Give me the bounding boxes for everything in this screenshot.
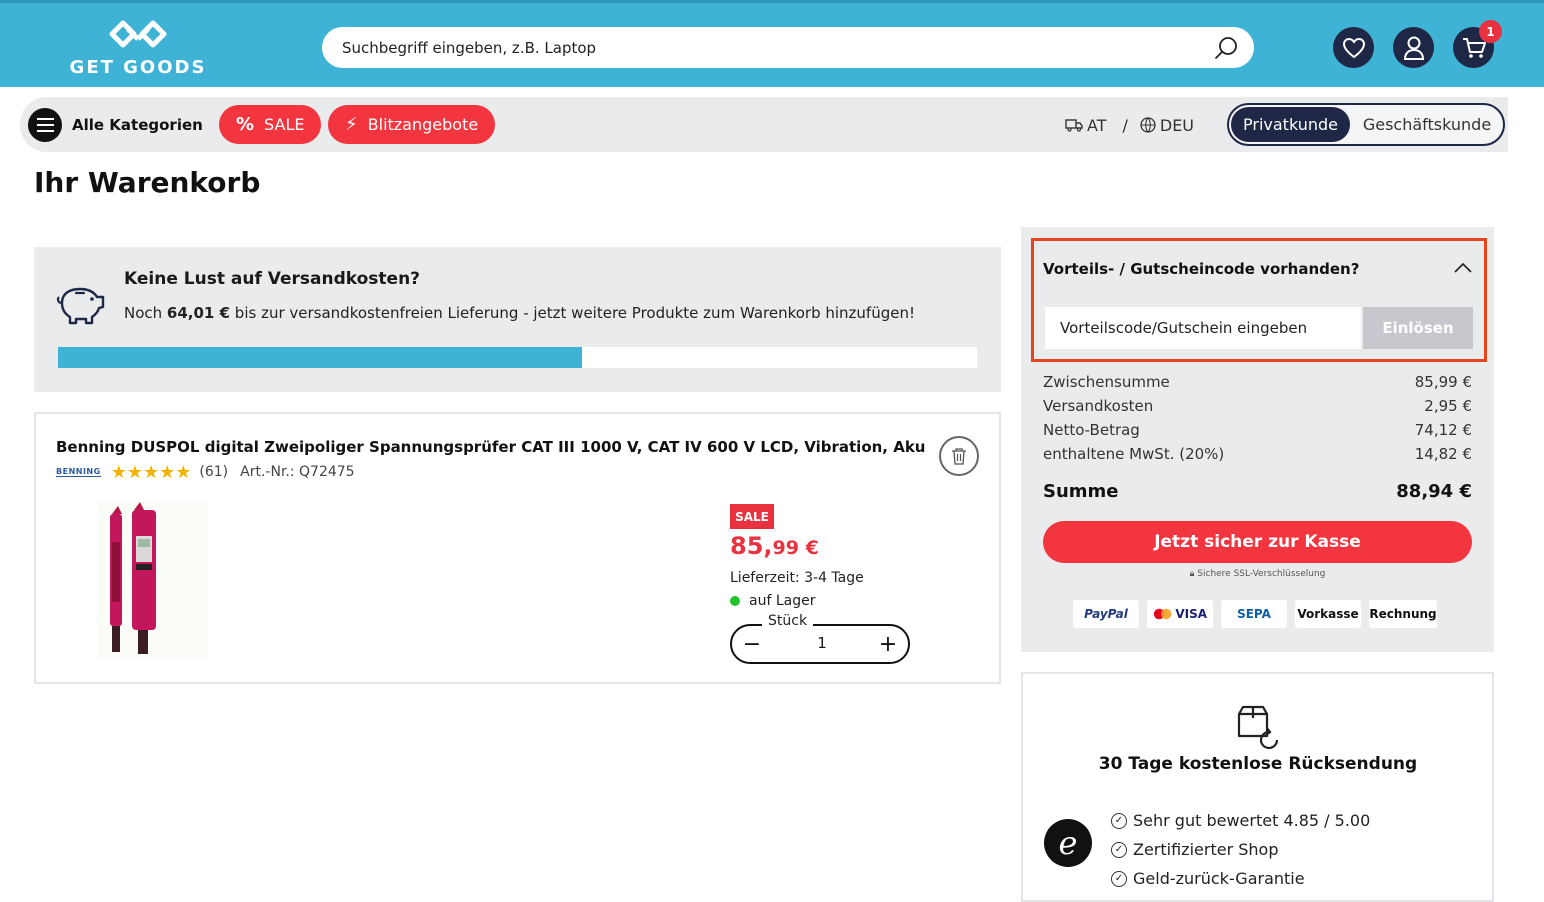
search-icon[interactable] <box>1212 34 1240 62</box>
search-bar <box>322 27 1254 68</box>
stock-status: auf Lager <box>730 593 815 609</box>
trusted-shops-logo[interactable]: e <box>1044 819 1092 867</box>
ssl-notice: 🔒︎ Sichere SSL-Verschlüsselung <box>1189 569 1326 579</box>
free-shipping-panel: Keine Lust auf Versandkosten? Noch 64,01… <box>34 247 1001 392</box>
sale-label: SALE <box>264 115 305 134</box>
vat-row: enthaltene MwSt. (20%) 14,82 € <box>1043 445 1472 463</box>
heart-icon <box>1342 37 1365 58</box>
shipping-progress-fill <box>58 347 582 368</box>
trust-item: ✓ Zertifizierter Shop <box>1111 835 1370 864</box>
redeem-voucher-button[interactable]: Einlösen <box>1363 307 1473 349</box>
language-code: DEU <box>1159 115 1195 135</box>
cart-count-badge: 1 <box>1479 20 1502 43</box>
business-customer-option[interactable]: Geschäftskunde <box>1353 107 1501 142</box>
stock-label: auf Lager <box>749 593 816 609</box>
private-customer-option[interactable]: Privatkunde <box>1231 107 1350 142</box>
trust-panel: 30 Tage kostenlose Rücksendung e ✓ Sehr g… <box>1021 672 1494 902</box>
trust-item: ✓ Sehr gut bewertet 4.85 / 5.00 <box>1111 806 1370 835</box>
remove-item-button[interactable] <box>939 436 979 476</box>
truck-icon <box>1065 119 1083 132</box>
country-code: AT <box>1087 115 1107 135</box>
product-price: 85,99 € <box>730 532 819 560</box>
shipping-text: Noch 64,01 € bis zur versandkostenfreien… <box>124 304 915 322</box>
account-button[interactable] <box>1393 27 1434 68</box>
voucher-section: Vorteils- / Gutscheincode vorhanden? Ein… <box>1031 238 1487 362</box>
mastercard-icon <box>1153 608 1172 620</box>
return-box-icon <box>1237 705 1279 750</box>
product-meta: BENNING ★★★★★ (61) Art.-Nr.: Q72475 <box>56 461 355 483</box>
in-stock-indicator <box>730 596 740 606</box>
quantity-value[interactable]: 1 <box>792 634 852 652</box>
checkout-button[interactable]: Jetzt sicher zur Kasse <box>1043 521 1472 563</box>
subtotal-row: Zwischensumme 85,99 € <box>1043 373 1472 391</box>
all-categories-button[interactable]: Alle Kategorien <box>28 108 203 142</box>
free-returns-title: 30 Tage kostenlose Rücksendung <box>1098 754 1418 774</box>
trust-list: ✓ Sehr gut bewertet 4.85 / 5.00 ✓ Zertifiz… <box>1111 806 1370 893</box>
check-icon: ✓ <box>1111 841 1127 858</box>
delivery-time: Lieferzeit: 3-4 Tage <box>730 570 864 586</box>
increase-quantity-button[interactable]: + <box>874 630 902 658</box>
shipping-cost-row: Versandkosten 2,95 € <box>1043 397 1472 415</box>
all-categories-label: Alle Kategorien <box>72 116 203 134</box>
shipping-heading: Keine Lust auf Versandkosten? <box>124 269 421 289</box>
shipping-progress-bar <box>58 347 977 368</box>
decrease-quantity-button[interactable]: − <box>738 630 766 658</box>
check-icon: ✓ <box>1111 812 1127 829</box>
brand-logo: BENNING <box>56 467 101 477</box>
locale-separator: / <box>1122 115 1128 135</box>
rating-stars: ★★★★★ <box>110 461 192 483</box>
remaining-amount: 64,01 € <box>166 304 231 322</box>
voucher-heading[interactable]: Vorteils- / Gutscheincode vorhanden? <box>1043 260 1359 278</box>
article-number: Art.-Nr.: Q72475 <box>240 464 355 480</box>
invoice-logo: Rechnung <box>1369 600 1437 628</box>
payment-methods: PayPal VISA SEPA Vorkasse Rechnung <box>1073 600 1437 628</box>
sale-button[interactable]: % SALE <box>219 105 322 144</box>
logo-text: GET GOODS <box>69 57 207 78</box>
flash-deals-label: Blitzangebote <box>367 115 479 134</box>
mastercard-visa-logo: VISA <box>1147 600 1213 628</box>
price-breakdown: Zwischensumme 85,99 € Versandkosten 2,95 €… <box>1043 370 1472 504</box>
paypal-logo: PayPal <box>1073 600 1139 628</box>
page-title: Ihr Warenkorb <box>34 166 261 199</box>
piggy-bank-icon <box>56 287 105 325</box>
lightning-icon: ⚡ <box>345 114 358 135</box>
quantity-label: Stück <box>762 613 814 629</box>
category-navbar: Alle Kategorien % SALE ⚡ Blitzangebote A… <box>20 97 1508 152</box>
menu-icon <box>28 108 62 142</box>
percent-icon: % <box>236 114 255 135</box>
product-name[interactable]: Benning DUSPOL digital Zweipoliger Spann… <box>56 438 925 456</box>
sepa-logo: SEPA <box>1221 600 1287 628</box>
net-amount-row: Netto-Betrag 74,12 € <box>1043 421 1472 439</box>
quantity-stepper: Stück − 1 + <box>730 613 910 664</box>
logo[interactable]: GET GOODS <box>62 17 214 79</box>
flash-deals-button[interactable]: ⚡ Blitzangebote <box>328 105 496 144</box>
rating-count: (61) <box>199 464 229 480</box>
logo-icon <box>109 20 167 48</box>
check-icon: ✓ <box>1111 870 1127 887</box>
globe-icon <box>1140 117 1156 133</box>
search-input[interactable] <box>342 33 1202 62</box>
prepayment-logo: Vorkasse <box>1295 600 1361 628</box>
wishlist-button[interactable] <box>1333 27 1374 68</box>
trust-item: ✓ Geld-zurück-Garantie <box>1111 864 1370 893</box>
chevron-up-icon[interactable] <box>1454 261 1472 275</box>
cart-item: Benning DUSPOL digital Zweipoliger Spann… <box>34 412 1001 684</box>
customer-type-toggle: Privatkunde Geschäftskunde <box>1227 103 1505 146</box>
order-summary: Vorteils- / Gutscheincode vorhanden? Ein… <box>1021 227 1494 652</box>
locale-selector[interactable]: AT / DEU <box>1065 114 1198 136</box>
user-icon <box>1403 36 1424 60</box>
site-header: GET GOODS 1 <box>0 0 1544 87</box>
trash-icon <box>952 448 966 465</box>
voucher-code-input[interactable] <box>1045 307 1361 349</box>
total-row: Summe 88,94 € <box>1043 480 1472 502</box>
sale-badge: SALE <box>730 504 774 529</box>
product-image[interactable] <box>98 502 208 660</box>
